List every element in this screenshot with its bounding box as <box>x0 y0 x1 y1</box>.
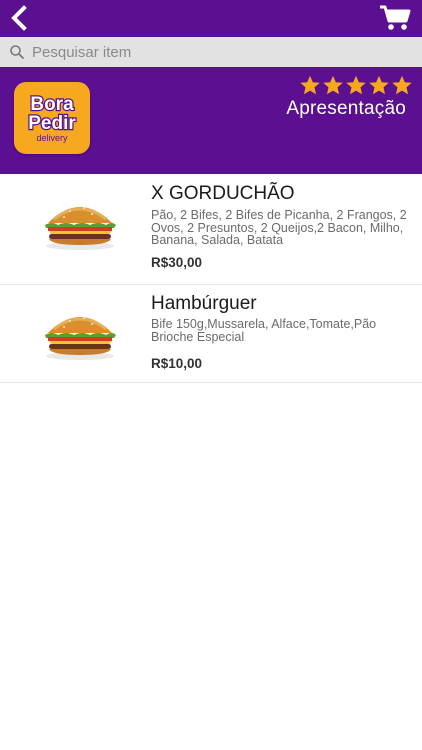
item-description: Bife 150g,Mussarela, Alface,Tomate,Pão B… <box>151 317 377 344</box>
menu-list: X GORDUCHÃO Pão, 2 Bifes, 2 Bifes de Pic… <box>0 174 422 383</box>
item-price: R$10,00 <box>151 356 203 371</box>
item-price: R$30,00 <box>151 255 203 270</box>
top-toolbar <box>0 0 422 37</box>
search-input[interactable] <box>32 41 412 63</box>
svg-text:delivery: delivery <box>36 133 68 143</box>
menu-item[interactable]: X GORDUCHÃO Pão, 2 Bifes, 2 Bifes de Pic… <box>0 174 422 285</box>
item-description: Pão, 2 Bifes, 2 Bifes de Picanha, 2 Fran… <box>151 208 407 248</box>
star-icon <box>346 76 366 95</box>
shopping-cart-icon <box>380 5 411 30</box>
star-icon <box>300 76 320 95</box>
back-button[interactable] <box>6 2 32 34</box>
star-icon <box>369 76 389 95</box>
cart-button[interactable] <box>378 2 412 34</box>
item-name: X GORDUCHÃO <box>151 183 295 204</box>
item-name: Hambúrguer <box>151 293 257 314</box>
search-icon <box>10 45 24 59</box>
burger-image <box>45 207 116 250</box>
store-logo: Bora Pedir delivery <box>14 82 90 154</box>
star-icon <box>392 76 412 95</box>
star-icon <box>323 76 343 95</box>
store-header: Bora Pedir delivery Apresentação <box>0 67 422 174</box>
search-bar <box>0 37 422 67</box>
menu-item[interactable]: Hambúrguer Bife 150g,Mussarela, Alface,T… <box>0 285 422 383</box>
burger-image <box>45 317 116 360</box>
svg-text:Pedir: Pedir <box>28 113 76 134</box>
rating-stars <box>300 76 412 95</box>
store-name: Apresentação <box>286 98 406 119</box>
svg-text:Bora: Bora <box>30 94 74 115</box>
chevron-left-icon <box>11 5 27 31</box>
